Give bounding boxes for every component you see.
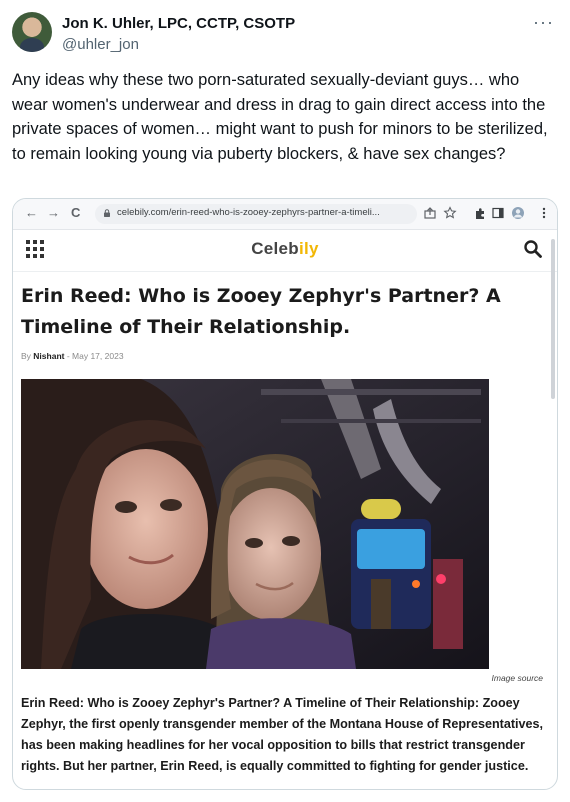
browser-toolbar: ← → C celebily.com/erin-reed-who-is-zooe… — [13, 199, 557, 230]
tweet-text: Any ideas why these two porn-saturated s… — [12, 71, 548, 163]
back-arrow-icon[interactable]: ← — [25, 205, 38, 220]
lock-icon — [104, 209, 110, 217]
byline-date: - May 17, 2023 — [66, 351, 124, 361]
url-text: celebily.com/erin-reed-who-is-zooey-zeph… — [117, 207, 380, 218]
site-header: Celebily — [13, 229, 557, 272]
more-options-icon[interactable]: ··· — [533, 12, 554, 33]
reload-icon[interactable]: C — [71, 205, 80, 220]
logo-accent: ily — [298, 239, 319, 258]
byline: By Nishant - May 17, 2023 — [21, 351, 124, 361]
forward-arrow-icon[interactable]: → — [47, 205, 60, 220]
avatar[interactable] — [12, 12, 52, 52]
byline-prefix: By — [21, 351, 31, 361]
share-icon[interactable] — [423, 206, 437, 220]
image-source[interactable]: Image source — [492, 673, 544, 683]
tweet-header: Jon K. Uhler, LPC, CCTP, CSOTP @uhler_jo… — [12, 12, 558, 60]
author-name[interactable]: Jon K. Uhler, LPC, CCTP, CSOTP — [62, 15, 295, 32]
site-logo[interactable]: Celebily — [13, 239, 557, 259]
star-icon[interactable] — [443, 206, 457, 220]
menu-dots-icon[interactable] — [537, 206, 551, 220]
photo-illustration — [21, 379, 489, 669]
logo-main: Celeb — [251, 239, 299, 258]
search-icon[interactable] — [523, 239, 543, 259]
author-handle[interactable]: @uhler_jon — [62, 36, 139, 53]
article-excerpt: Erin Reed: Who is Zooey Zephyr's Partner… — [21, 696, 544, 773]
profile-icon[interactable] — [511, 206, 525, 220]
article-photo — [21, 379, 489, 669]
scrollbar[interactable] — [551, 239, 555, 399]
byline-author[interactable]: Nishant — [33, 351, 64, 361]
address-bar[interactable]: celebily.com/erin-reed-who-is-zooey-zeph… — [95, 204, 417, 224]
article-title: Erin Reed: Who is Zooey Zephyr's Partner… — [21, 285, 501, 338]
extensions-icon[interactable] — [473, 206, 487, 220]
screenshot-card[interactable]: ← → C celebily.com/erin-reed-who-is-zooe… — [12, 198, 558, 790]
side-panel-icon[interactable] — [491, 206, 505, 220]
